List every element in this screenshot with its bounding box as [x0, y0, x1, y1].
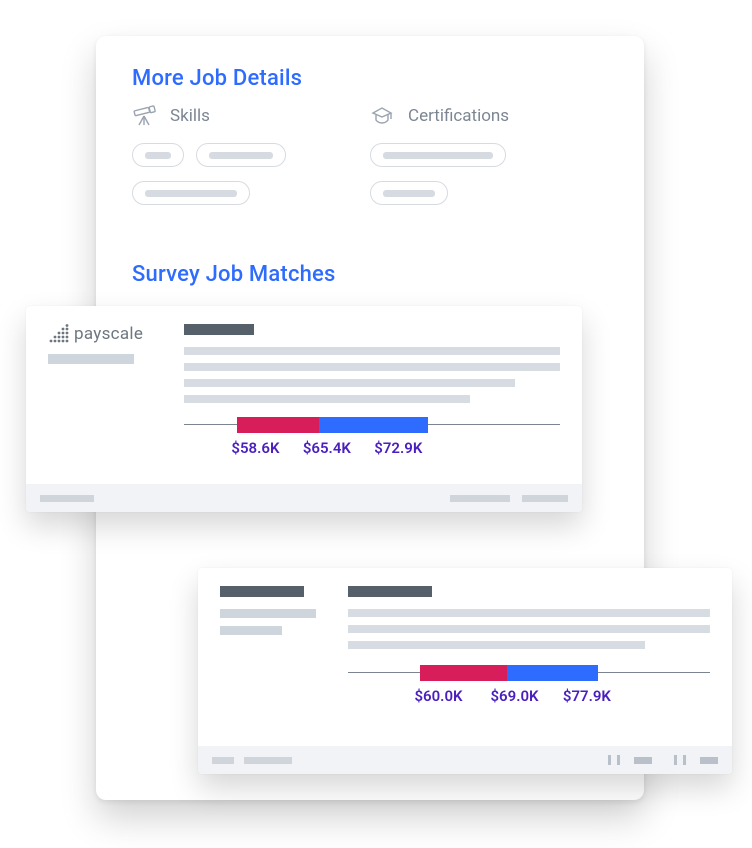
survey-match-card[interactable]: payscale $58.6K $65.4K $72.9K	[26, 306, 582, 512]
salary-low: $58.6K	[231, 439, 279, 457]
skill-pill[interactable]	[132, 143, 184, 167]
survey-source	[220, 586, 340, 746]
survey-section: Survey Job Matches	[132, 262, 336, 287]
salary-low: $60.0K	[414, 687, 462, 705]
salary-range-labels: $58.6K $65.4K $72.9K	[184, 439, 560, 459]
salary-high: $77.9K	[563, 687, 611, 705]
salary-range-labels: $60.0K $69.0K $77.9K	[348, 687, 710, 707]
skill-pill[interactable]	[196, 143, 286, 167]
card-actions[interactable]	[608, 755, 718, 765]
survey-source: payscale	[48, 324, 176, 484]
more-details-section: More Job Details	[132, 66, 608, 205]
certs-column: Certifications	[370, 103, 608, 205]
payscale-logo: payscale	[48, 324, 176, 344]
cert-pill[interactable]	[370, 181, 448, 205]
salary-mid: $69.0K	[490, 687, 538, 705]
skills-label: Skills	[170, 106, 210, 126]
salary-high: $72.9K	[374, 439, 422, 457]
card-footer	[26, 484, 582, 512]
salary-range-chart	[184, 417, 560, 433]
salary-mid: $65.4K	[303, 439, 351, 457]
salary-range-chart	[348, 665, 710, 681]
skill-pill[interactable]	[132, 181, 250, 205]
telescope-icon	[132, 105, 156, 127]
more-details-title: More Job Details	[132, 66, 608, 91]
certs-label: Certifications	[408, 106, 509, 126]
skills-column: Skills	[132, 103, 370, 205]
survey-title: Survey Job Matches	[132, 262, 336, 287]
cert-pill[interactable]	[370, 143, 506, 167]
card-footer	[198, 746, 732, 774]
diploma-icon	[370, 105, 394, 127]
brand-name: payscale	[74, 324, 143, 344]
survey-match-card[interactable]: $60.0K $69.0K $77.9K	[198, 568, 732, 774]
